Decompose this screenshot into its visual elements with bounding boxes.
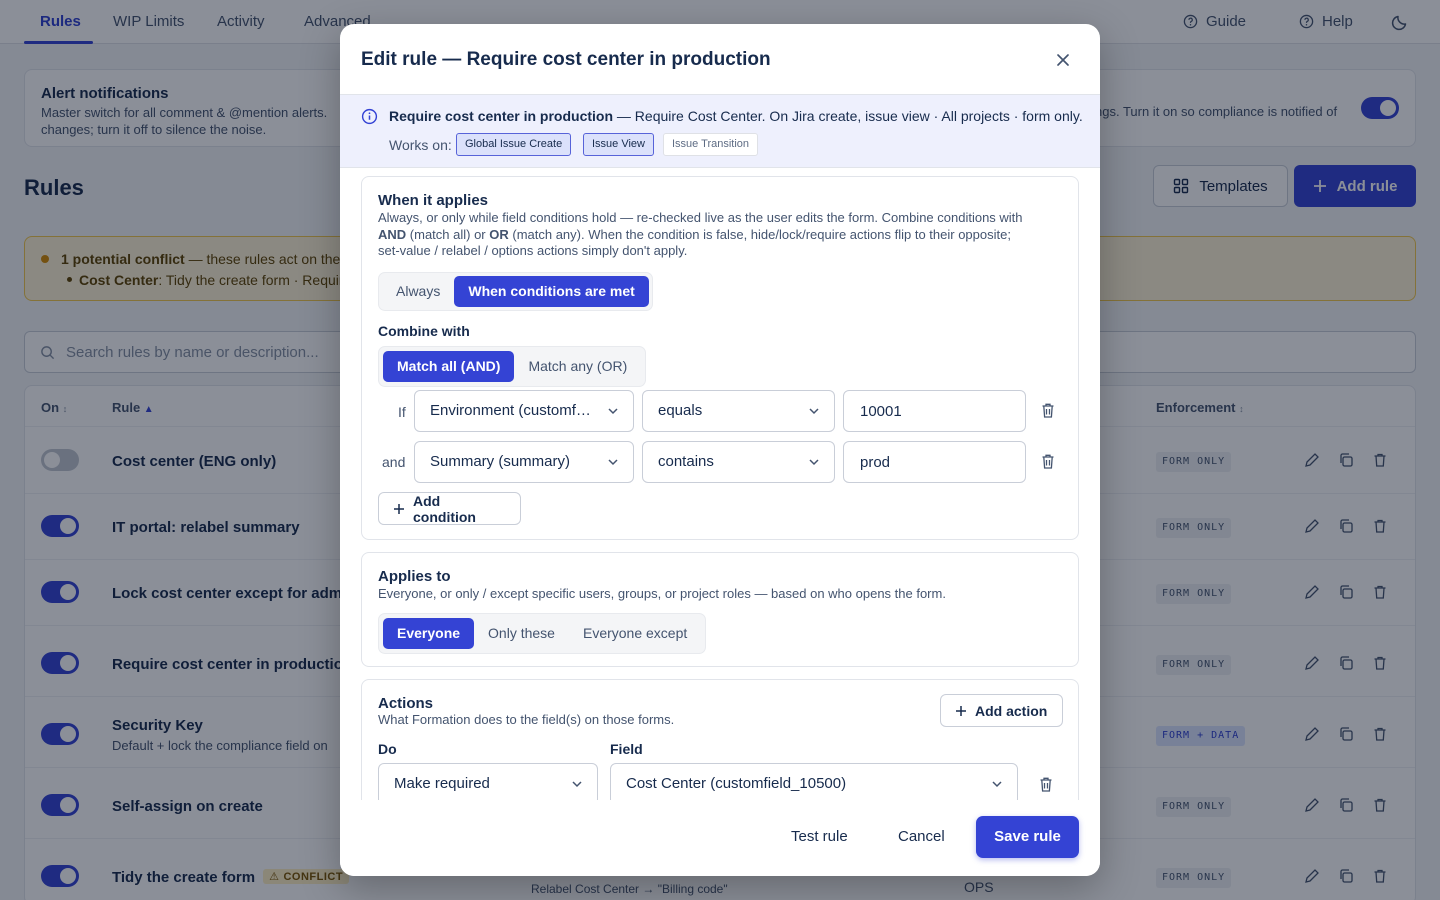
condition-prefix: If	[398, 404, 406, 420]
save-rule-button[interactable]: Save rule	[976, 816, 1079, 858]
actions-description: What Formation does to the field(s) on t…	[378, 712, 675, 727]
trash-icon[interactable]	[1040, 453, 1056, 470]
action-field-select[interactable]: Cost Center (customfield_10500)	[610, 763, 1018, 800]
chevron-down-icon	[808, 405, 820, 417]
condition-value-input[interactable]	[843, 441, 1026, 483]
when-section: When it applies Always, or only while fi…	[361, 176, 1079, 540]
do-label: Do	[378, 741, 397, 757]
rule-summary: Require cost center in production — Requ…	[389, 108, 1083, 124]
chip-issue-transition[interactable]: Issue Transition	[663, 133, 759, 156]
audience-only-these[interactable]: Only these	[474, 618, 569, 649]
field-label: Field	[610, 741, 643, 757]
add-condition-button[interactable]: Add condition	[378, 492, 521, 525]
trash-icon[interactable]	[1038, 776, 1054, 793]
when-mode-selector: Always When conditions are met	[378, 272, 653, 311]
actions-title: Actions	[378, 695, 434, 712]
condition-operator-select[interactable]: contains	[642, 441, 835, 483]
test-rule-button[interactable]: Test rule	[775, 816, 864, 858]
combine-all[interactable]: Match all (AND)	[383, 351, 515, 382]
plus-icon	[955, 705, 967, 717]
dialog-title: Edit rule — Require cost center in produ…	[361, 49, 771, 70]
works-on-label: Works on:	[389, 137, 452, 153]
condition-prefix: and	[382, 454, 406, 470]
combine-selector: Match all (AND) Match any (OR)	[378, 346, 647, 387]
close-button[interactable]	[1052, 49, 1074, 71]
condition-operator-select[interactable]: equals	[642, 390, 835, 432]
audience-everyone[interactable]: Everyone	[383, 618, 475, 649]
chevron-down-icon	[607, 456, 619, 468]
dialog-footer: Test rule Cancel Save rule	[340, 800, 1100, 876]
trash-icon[interactable]	[1040, 402, 1056, 419]
when-description: Always, or only while field conditions h…	[378, 210, 1023, 258]
info-icon	[361, 108, 378, 125]
combine-any[interactable]: Match any (OR)	[514, 351, 641, 382]
condition-value-input[interactable]	[843, 390, 1026, 432]
chevron-down-icon	[607, 405, 619, 417]
condition-field-select[interactable]: Environment (customfield_10010)	[414, 390, 634, 432]
applies-section: Applies to Everyone, or only / except sp…	[361, 552, 1079, 667]
combine-label: Combine with	[378, 323, 470, 339]
add-action-button[interactable]: Add action	[940, 694, 1063, 727]
action-type-select[interactable]: Make required	[378, 763, 598, 800]
close-icon	[1056, 53, 1070, 67]
audience-everyone-except[interactable]: Everyone except	[569, 618, 701, 649]
edit-rule-dialog: Edit rule — Require cost center in produ…	[340, 24, 1100, 876]
audience-selector: Everyone Only these Everyone except	[378, 613, 707, 654]
cancel-button[interactable]: Cancel	[882, 816, 961, 858]
mode-when-conditions[interactable]: When conditions are met	[454, 276, 649, 307]
mode-always[interactable]: Always	[382, 276, 454, 307]
actions-section: Actions What Formation does to the field…	[361, 679, 1079, 800]
add-condition-label: Add condition	[413, 492, 476, 525]
chevron-down-icon	[571, 778, 583, 790]
chevron-down-icon	[808, 456, 820, 468]
when-title: When it applies	[378, 192, 489, 209]
plus-icon	[393, 503, 405, 515]
rule-info-bar: Require cost center in production — Requ…	[340, 94, 1100, 168]
add-action-label: Add action	[975, 702, 1048, 719]
condition-field-select[interactable]: Summary (summary)	[414, 441, 634, 483]
chevron-down-icon	[991, 778, 1003, 790]
chip-global-issue-create[interactable]: Global Issue Create	[456, 133, 572, 156]
applies-description: Everyone, or only / except specific user…	[378, 586, 946, 601]
dialog-body[interactable]: When it applies Always, or only while fi…	[340, 168, 1100, 800]
chip-issue-view[interactable]: Issue View	[583, 133, 654, 156]
applies-title: Applies to	[378, 568, 451, 585]
